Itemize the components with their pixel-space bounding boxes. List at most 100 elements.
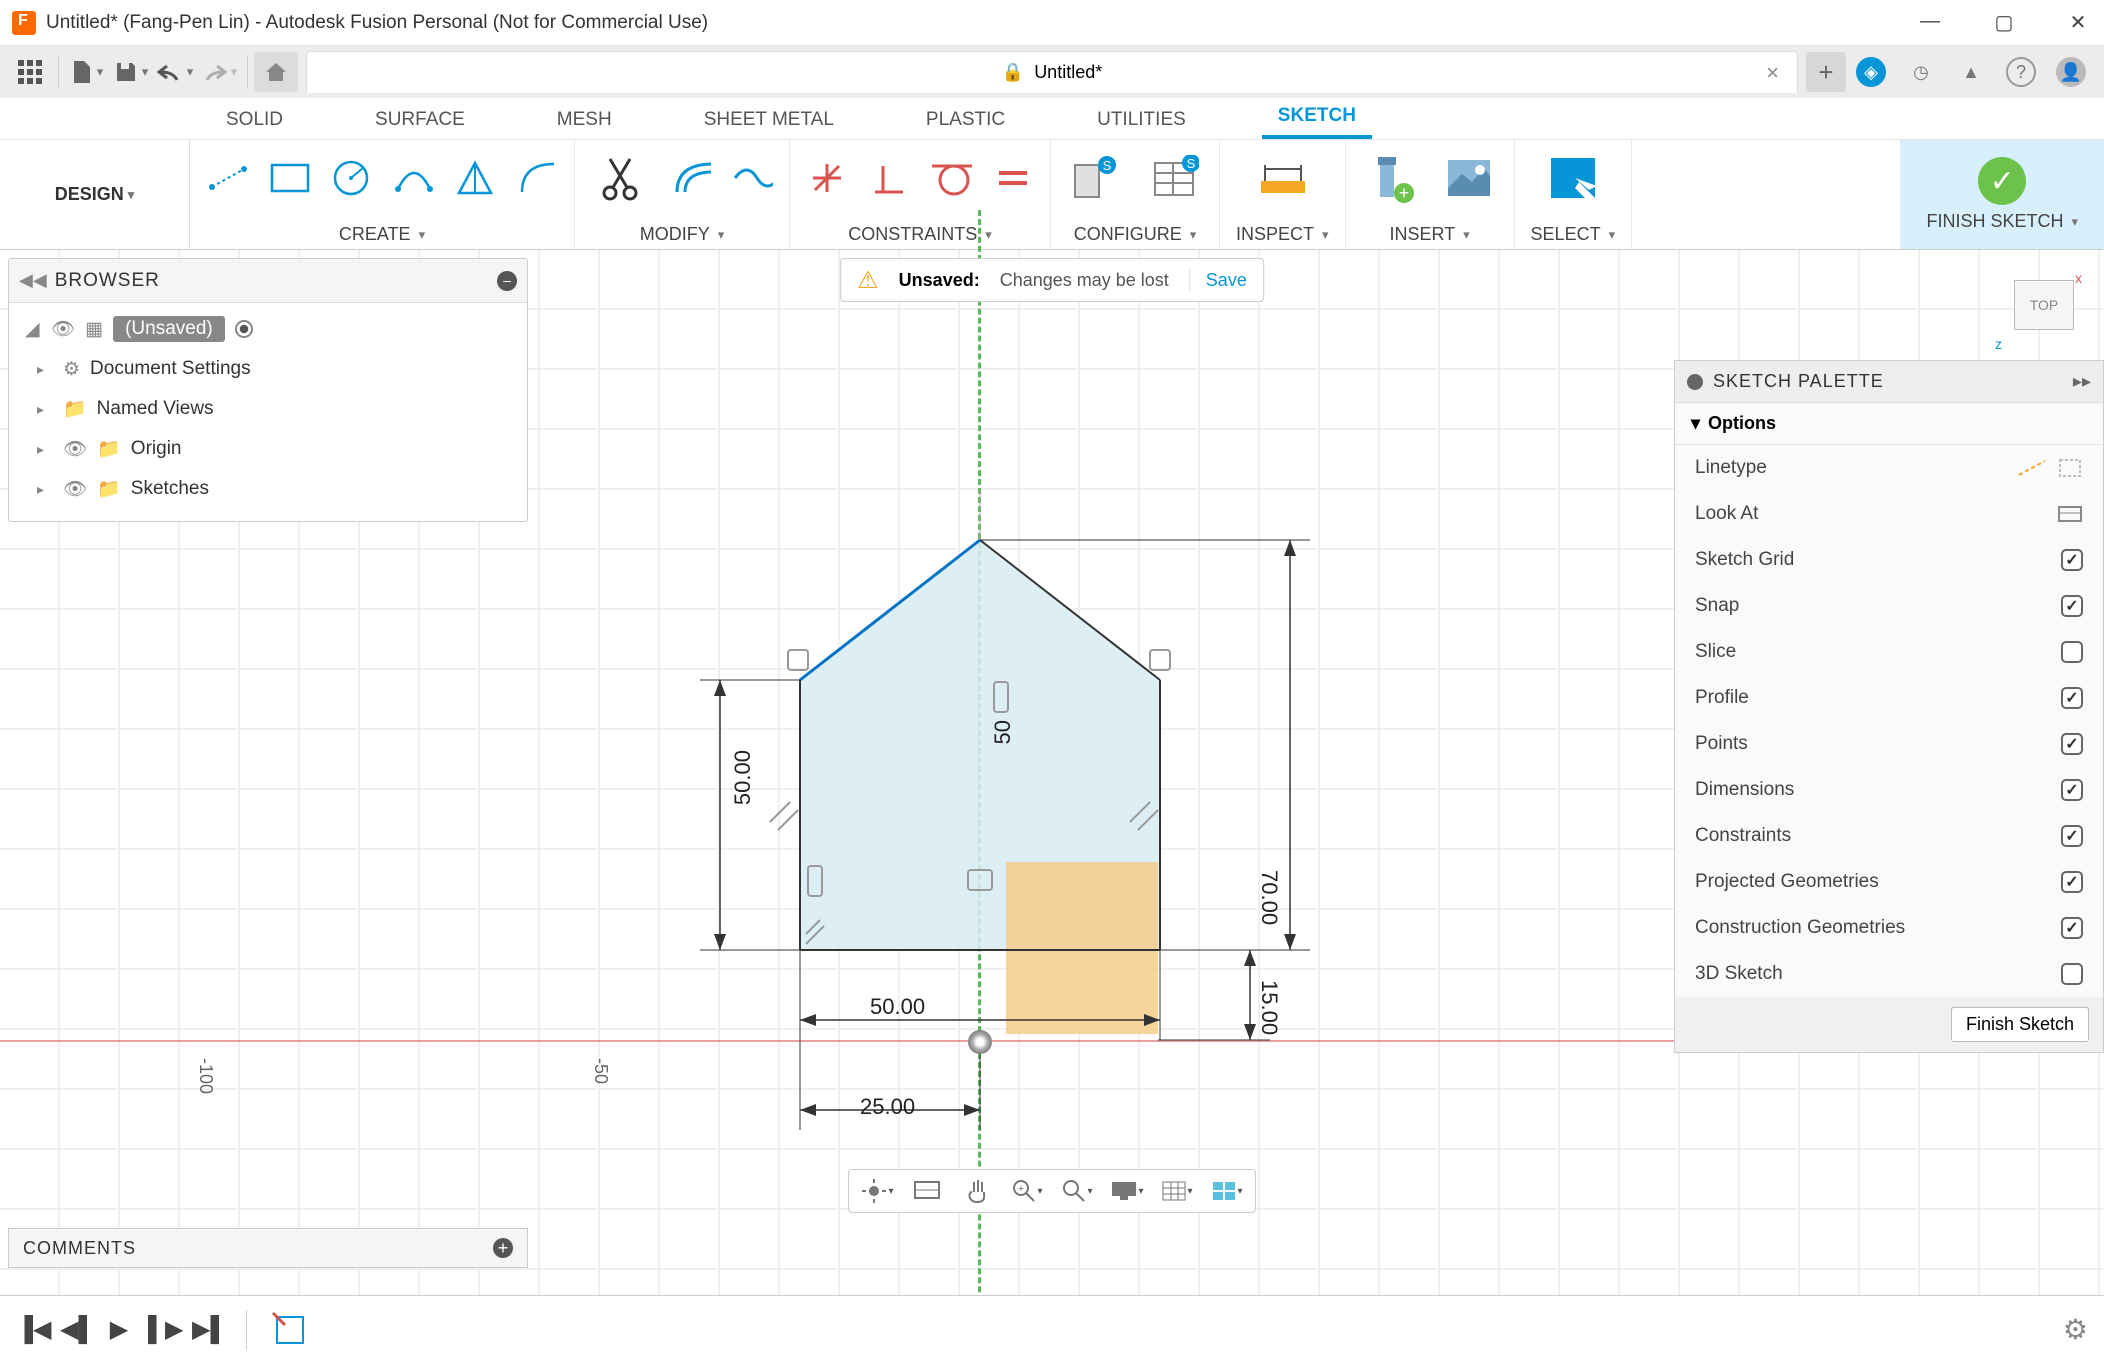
timeline-end-button[interactable]: ▶▌ — [192, 1315, 222, 1344]
spline-tool-icon[interactable] — [731, 157, 773, 199]
tree-sketches[interactable]: 👁 📁 Sketches — [17, 469, 519, 509]
workspace-picker[interactable]: DESIGN — [0, 140, 190, 249]
equal-constraint-icon[interactable] — [992, 157, 1034, 199]
dimension-70[interactable]: 70.00 — [1256, 870, 1282, 925]
dimensions-checkbox[interactable] — [2061, 779, 2083, 801]
insert-component-icon[interactable]: + — [1362, 149, 1420, 207]
timeline-step-back-button[interactable]: ◀▌ — [60, 1315, 90, 1344]
look-at-nav-button[interactable] — [909, 1173, 945, 1209]
save-button[interactable] — [109, 52, 153, 92]
select-dropdown[interactable]: SELECT — [1531, 224, 1616, 245]
palette-header[interactable]: SKETCH PALETTE ▸▸ — [1675, 361, 2103, 403]
tab-sheet-metal[interactable]: SHEET METAL — [688, 101, 850, 139]
sketch-door-rect[interactable] — [1006, 862, 1158, 1034]
fit-button[interactable]: ▾ — [1059, 1173, 1095, 1209]
trim-tool-icon[interactable] — [591, 149, 649, 207]
construction-linetype-icon[interactable] — [2017, 457, 2047, 479]
points-checkbox[interactable] — [2061, 733, 2083, 755]
measure-tool-icon[interactable] — [1253, 149, 1311, 207]
tree-named-views[interactable]: 📁 Named Views — [17, 389, 519, 429]
close-button[interactable]: ✕ — [2064, 10, 2092, 35]
minimize-button[interactable]: — — [1916, 10, 1944, 35]
insert-image-icon[interactable] — [1440, 149, 1498, 207]
tab-plastic[interactable]: PLASTIC — [910, 101, 1021, 139]
tab-surface[interactable]: SURFACE — [359, 101, 481, 139]
zoom-button[interactable]: +▾ — [1009, 1173, 1045, 1209]
home-button[interactable] — [254, 52, 298, 92]
browser-collapse-icon[interactable]: ◀◀ — [19, 270, 47, 291]
tree-origin[interactable]: 👁 📁 Origin — [17, 429, 519, 469]
line-tool-icon[interactable] — [206, 157, 248, 199]
timeline-settings-button[interactable]: ⚙ — [2063, 1313, 2088, 1346]
construction-checkbox[interactable] — [2061, 917, 2083, 939]
view-cube[interactable]: TOP — [2014, 280, 2074, 330]
configure-dropdown[interactable]: CONFIGURE — [1074, 224, 1197, 245]
ellipse-tool-icon[interactable] — [516, 157, 558, 199]
3d-sketch-checkbox[interactable] — [2061, 963, 2083, 985]
dimension-50-vertical[interactable]: 50.00 — [730, 750, 756, 805]
palette-collapse-icon[interactable] — [1687, 374, 1703, 390]
timeline-start-button[interactable]: ▐◀ — [16, 1315, 46, 1344]
dimension-25-width[interactable]: 25.00 — [860, 1094, 915, 1120]
perpendicular-constraint-icon[interactable] — [868, 157, 910, 199]
tangent-constraint-icon[interactable] — [930, 157, 972, 199]
display-settings-button[interactable]: ▾ — [1109, 1173, 1145, 1209]
tab-sketch[interactable]: SKETCH — [1262, 97, 1372, 139]
configure-table-icon[interactable]: S — [1145, 149, 1203, 207]
maximize-button[interactable]: ▢ — [1990, 10, 2018, 35]
tab-close-button[interactable]: × — [1766, 60, 1779, 86]
extensions-icon[interactable]: ◈ — [1856, 57, 1886, 87]
snap-checkbox[interactable] — [2061, 595, 2083, 617]
look-at-button[interactable] — [2057, 503, 2083, 525]
centerline-linetype-icon[interactable] — [2057, 457, 2083, 479]
job-status-icon[interactable]: ◷ — [1906, 57, 1936, 87]
dimension-15[interactable]: 15.00 — [1256, 980, 1282, 1035]
select-tool-icon[interactable] — [1544, 149, 1602, 207]
file-menu-button[interactable] — [65, 52, 109, 92]
insert-dropdown[interactable]: INSERT — [1389, 224, 1469, 245]
new-tab-button[interactable]: + — [1806, 52, 1846, 92]
constraints-checkbox[interactable] — [2061, 825, 2083, 847]
dimension-50-center[interactable]: 50 — [990, 720, 1016, 744]
profile-avatar[interactable]: 👤 — [2056, 57, 2086, 87]
coincident-constraint-icon[interactable] — [806, 157, 848, 199]
circle-tool-icon[interactable] — [330, 157, 372, 199]
add-comment-button[interactable]: + — [493, 1238, 513, 1258]
viewport-layout-button[interactable]: ▾ — [1209, 1173, 1245, 1209]
tab-solid[interactable]: SOLID — [210, 101, 299, 139]
timeline-step-fwd-button[interactable]: ▌▶ — [148, 1315, 178, 1344]
browser-header[interactable]: ◀◀ BROWSER – — [9, 259, 527, 303]
offset-tool-icon[interactable] — [669, 157, 711, 199]
notifications-icon[interactable]: ▲ — [1956, 57, 1986, 87]
tab-mesh[interactable]: MESH — [541, 101, 628, 139]
visibility-toggle-icon[interactable]: 👁 — [63, 437, 87, 461]
create-dropdown[interactable]: CREATE — [339, 224, 425, 245]
help-icon[interactable]: ? — [2006, 57, 2036, 87]
constraints-dropdown[interactable]: CONSTRAINTS — [848, 224, 992, 245]
polygon-tool-icon[interactable] — [454, 157, 496, 199]
projected-checkbox[interactable] — [2061, 871, 2083, 893]
grid-settings-button[interactable]: ▾ — [1159, 1173, 1195, 1209]
active-component-indicator[interactable] — [235, 320, 253, 338]
palette-pin-icon[interactable]: ▸▸ — [2073, 371, 2091, 392]
visibility-toggle-icon[interactable]: 👁 — [51, 317, 75, 341]
timeline-sketch-feature[interactable] — [271, 1311, 309, 1349]
dimension-50-width[interactable]: 50.00 — [870, 994, 925, 1020]
sketch-grid-checkbox[interactable] — [2061, 549, 2083, 571]
orbit-button[interactable]: ▾ — [859, 1173, 895, 1209]
arc-tool-icon[interactable] — [392, 157, 434, 199]
configure-icon[interactable]: S — [1067, 149, 1125, 207]
rectangle-tool-icon[interactable] — [268, 157, 310, 199]
linetype-buttons[interactable] — [2017, 457, 2083, 479]
finish-sketch-button[interactable]: ✓ FINISH SKETCH — [1900, 140, 2104, 249]
modify-dropdown[interactable]: MODIFY — [640, 224, 725, 245]
finish-sketch-palette-button[interactable]: Finish Sketch — [1951, 1007, 2089, 1042]
browser-minimize-icon[interactable]: – — [497, 271, 517, 291]
comments-panel-header[interactable]: COMMENTS + — [8, 1228, 528, 1268]
profile-checkbox[interactable] — [2061, 687, 2083, 709]
timeline-play-button[interactable]: ▶ — [104, 1315, 134, 1344]
save-link[interactable]: Save — [1189, 270, 1247, 291]
tab-utilities[interactable]: UTILITIES — [1081, 101, 1202, 139]
visibility-toggle-icon[interactable]: 👁 — [63, 477, 87, 501]
undo-button[interactable] — [153, 52, 197, 92]
